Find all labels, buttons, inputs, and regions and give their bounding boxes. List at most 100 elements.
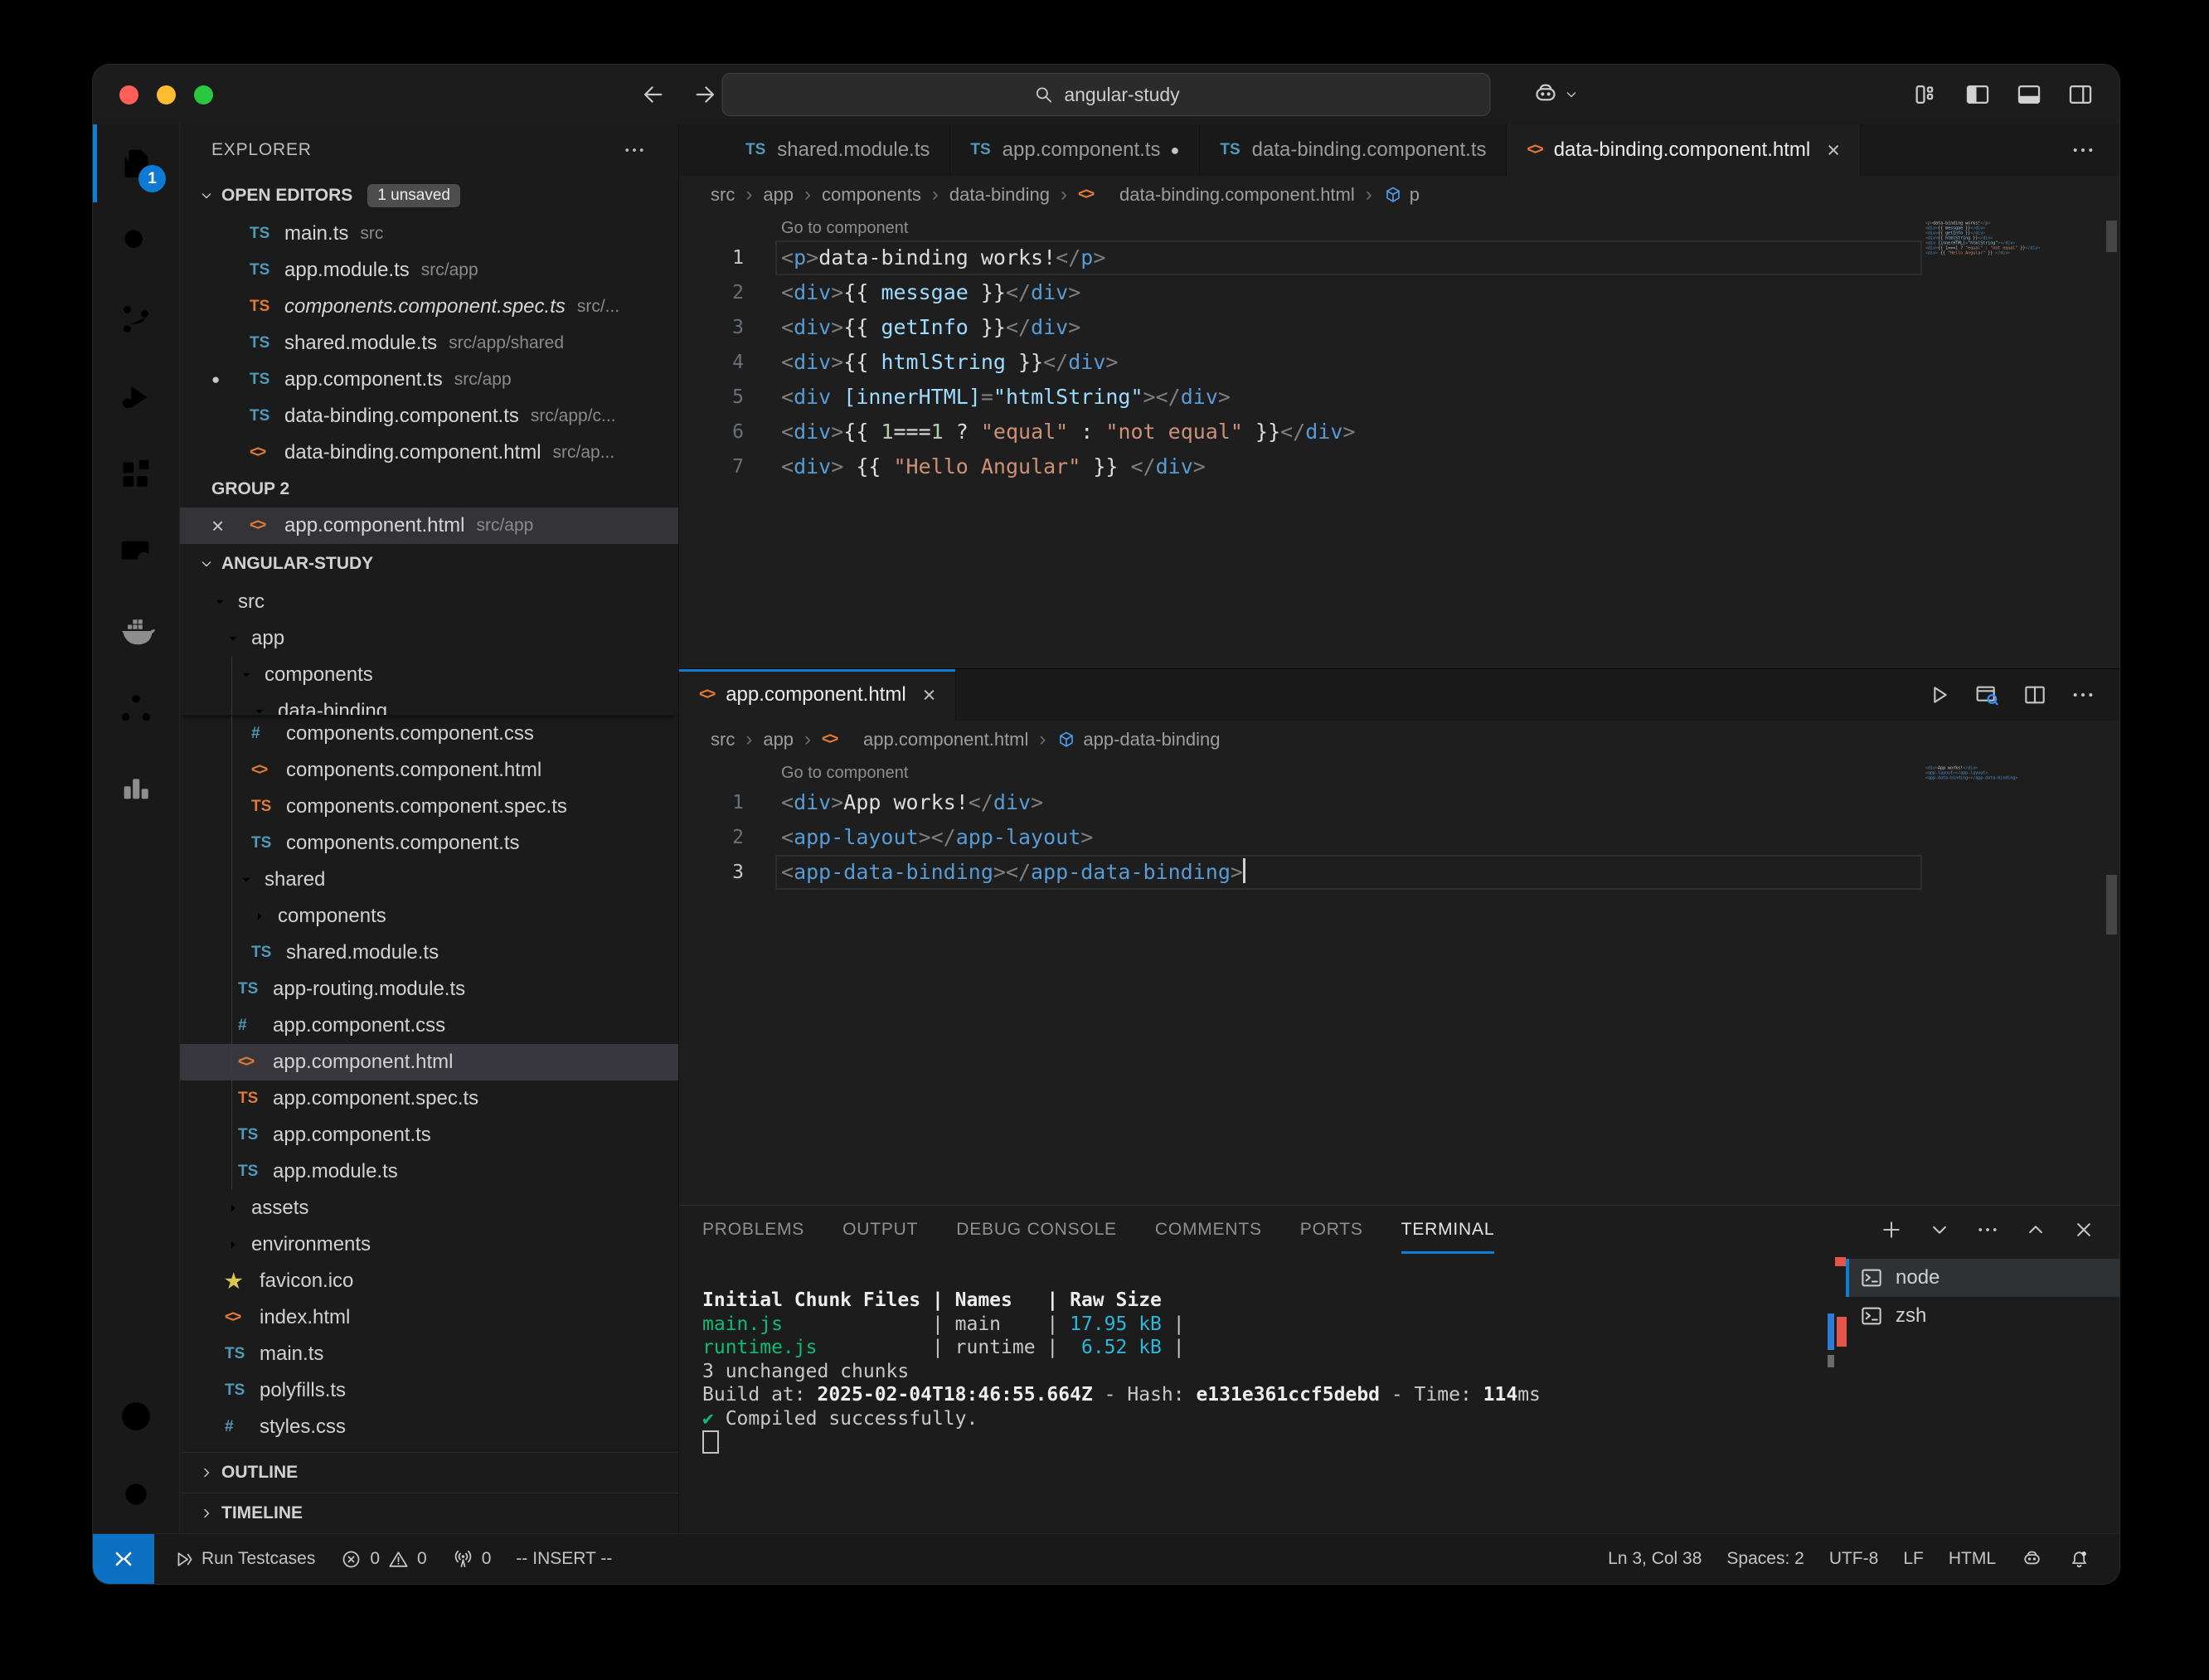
activity-remote-explorer-icon[interactable] — [93, 514, 179, 592]
tree-item-components[interactable]: components — [180, 898, 678, 935]
status-notifications[interactable] — [2056, 1534, 2103, 1584]
tree-item-components.component.spec.ts[interactable]: TS components.component.spec.ts — [180, 789, 678, 825]
tree-item-app.module.ts[interactable]: TS app.module.ts — [180, 1153, 678, 1190]
close-tab-icon[interactable]: × — [923, 683, 936, 706]
tree-item-app-routing.module.ts[interactable]: TS app-routing.module.ts — [180, 971, 678, 1008]
breadcrumb-item[interactable]: p — [1383, 184, 1420, 206]
scrollbar-thumb[interactable] — [2106, 221, 2117, 252]
activity-explorer-icon[interactable]: 1 — [93, 124, 179, 202]
close-icon[interactable]: × — [211, 513, 250, 539]
status-cursor-position[interactable]: Ln 3, Col 38 — [1595, 1534, 1714, 1584]
layout-sidebar-left-icon[interactable] — [1964, 80, 1992, 109]
activity-extensions-icon[interactable] — [93, 436, 179, 514]
panel-tab-PROBLEMS[interactable]: PROBLEMS — [702, 1206, 804, 1254]
tree-item-styles.css[interactable]: # styles.css — [180, 1409, 678, 1445]
chevron-down-icon[interactable] — [1563, 86, 1580, 103]
layout-panel-icon[interactable] — [2015, 80, 2043, 109]
tree-item-shared[interactable]: shared — [180, 862, 678, 898]
open-editor-components.component.spec.ts[interactable]: TS components.component.spec.ts src/... — [180, 289, 678, 325]
panel-tab-PORTS[interactable]: PORTS — [1300, 1206, 1363, 1254]
status-run-testcases[interactable]: Run Testcases — [159, 1534, 328, 1584]
codelens-link[interactable]: Go to component — [781, 759, 2119, 785]
code-editor[interactable]: Go to component 1 <div>App works!</div> 2 <a… — [679, 759, 2119, 1205]
scrollbar-thumb[interactable] — [2106, 875, 2117, 935]
tree-item-app[interactable]: app — [180, 620, 678, 657]
status-language-mode[interactable]: HTML — [1936, 1534, 2008, 1584]
terminal-instance-node[interactable]: node — [1846, 1259, 2119, 1297]
status-ports-forwarded[interactable]: 0 — [439, 1534, 504, 1584]
activity-account-icon[interactable] — [93, 1377, 179, 1455]
chevron-up-icon[interactable] — [2023, 1217, 2048, 1242]
terminal-output[interactable]: Initial Chunk Files | Names | Raw Size ma… — [679, 1254, 1828, 1533]
breadcrumb-item[interactable]: src — [711, 729, 735, 750]
split-editor-icon[interactable] — [2022, 682, 2048, 708]
open-editor-app.component.html[interactable]: × <> app.component.html src/app — [180, 507, 678, 544]
status-problems[interactable]: 00 — [328, 1534, 439, 1584]
outline-section[interactable]: OUTLINE — [180, 1452, 678, 1493]
chevron-down-icon[interactable] — [1927, 1217, 1952, 1242]
tree-item-components.component.html[interactable]: <> components.component.html — [180, 752, 678, 789]
breadcrumb-item[interactable]: src — [711, 184, 735, 206]
navigate-back-icon[interactable] — [640, 81, 667, 108]
activity-network-icon[interactable] — [93, 670, 179, 748]
breadcrumb-item[interactable]: components — [822, 184, 921, 206]
customize-layout-icon[interactable] — [1912, 80, 1940, 109]
activity-search-icon[interactable] — [93, 202, 179, 280]
tab-app.component.html[interactable]: <> app.component.html × — [679, 669, 957, 721]
panel-tab-COMMENTS[interactable]: COMMENTS — [1155, 1206, 1262, 1254]
open-editors-header[interactable]: OPEN EDITORS 1 unsaved — [180, 176, 678, 216]
layout-sidebar-right-icon[interactable] — [2066, 80, 2095, 109]
tree-item-index.html[interactable]: <> index.html — [180, 1299, 678, 1336]
open-editor-shared.module.ts[interactable]: TS shared.module.ts src/app/shared — [180, 325, 678, 362]
tab-data-binding.component.html[interactable]: <> data-binding.component.html × — [1507, 124, 1861, 176]
status-indentation[interactable]: Spaces: 2 — [1714, 1534, 1816, 1584]
close-tab-icon[interactable]: × — [1827, 138, 1840, 162]
kebab-icon[interactable] — [2070, 682, 2096, 708]
open-editor-data-binding.component.html[interactable]: <> data-binding.component.html src/ap... — [180, 435, 678, 471]
tree-item-assets[interactable]: assets — [180, 1190, 678, 1226]
tree-item-favicon.ico[interactable]: ★ favicon.ico — [180, 1263, 678, 1299]
activity-chart-icon[interactable] — [93, 748, 179, 826]
tree-item-components[interactable]: components — [180, 657, 678, 693]
tree-item-test.ts[interactable]: TStest.ts — [180, 1445, 678, 1452]
panel-tab-DEBUG CONSOLE[interactable]: DEBUG CONSOLE — [956, 1206, 1117, 1254]
close-icon[interactable] — [2071, 1217, 2096, 1242]
open-editor-data-binding.component.ts[interactable]: TS data-binding.component.ts src/app/c... — [180, 398, 678, 435]
breadcrumb-item[interactable]: data-binding — [949, 184, 1050, 206]
terminal-instance-zsh[interactable]: zsh — [1846, 1297, 2119, 1335]
code-editor[interactable]: Go to component 1 <p>data-binding works!</… — [679, 214, 2119, 668]
open-editor-main.ts[interactable]: TS main.ts src — [180, 216, 678, 252]
breadcrumb-item[interactable]: app — [763, 729, 794, 750]
close-window-button[interactable] — [119, 85, 138, 104]
activity-settings-gear-icon[interactable] — [93, 1455, 179, 1533]
breadcrumb[interactable]: src › app › components › data-binding › <> data-b… — [679, 176, 2119, 214]
open-editor-app.module.ts[interactable]: TS app.module.ts src/app — [180, 252, 678, 289]
navigate-forward-icon[interactable] — [692, 81, 718, 108]
panel-tab-OUTPUT[interactable]: OUTPUT — [842, 1206, 918, 1254]
breadcrumb[interactable]: src › app › <> app.component.html › app-data-bi… — [679, 721, 2119, 759]
kebab-icon[interactable] — [1975, 1217, 2000, 1242]
kebab-icon[interactable] — [2070, 137, 2096, 163]
tree-item-components.component.ts[interactable]: TS components.component.ts — [180, 825, 678, 862]
tree-item-environments[interactable]: environments — [180, 1226, 678, 1263]
views-and-more-actions-icon[interactable] — [622, 138, 647, 163]
remote-indicator[interactable] — [93, 1534, 154, 1584]
status-encoding[interactable]: UTF-8 — [1817, 1534, 1891, 1584]
copilot-icon[interactable] — [1532, 80, 1560, 109]
activity-docker-icon[interactable] — [93, 592, 179, 670]
tree-item-app.component.spec.ts[interactable]: TS app.component.spec.ts — [180, 1080, 678, 1117]
status-vim-mode[interactable]: -- INSERT -- — [503, 1534, 624, 1584]
command-center-search[interactable]: angular-study — [721, 73, 1491, 116]
tree-item-app.component.ts[interactable]: TS app.component.ts — [180, 1117, 678, 1153]
breadcrumb-item[interactable]: app-data-binding — [1056, 729, 1221, 750]
tab-data-binding.component.ts[interactable]: TS data-binding.component.ts — [1200, 124, 1507, 176]
zoom-window-button[interactable] — [194, 85, 213, 104]
play-icon[interactable] — [1925, 682, 1952, 708]
panel-tab-TERMINAL[interactable]: TERMINAL — [1401, 1206, 1495, 1254]
tab-app.component.ts[interactable]: TS app.component.ts ● — [950, 124, 1201, 176]
tree-item-components.component.css[interactable]: # components.component.css — [180, 716, 678, 752]
activity-run-debug-icon[interactable] — [93, 358, 179, 436]
minimize-window-button[interactable] — [157, 85, 176, 104]
breadcrumb-item[interactable]: <> data-binding.component.html — [1078, 184, 1355, 206]
status-eol[interactable]: LF — [1891, 1534, 1936, 1584]
